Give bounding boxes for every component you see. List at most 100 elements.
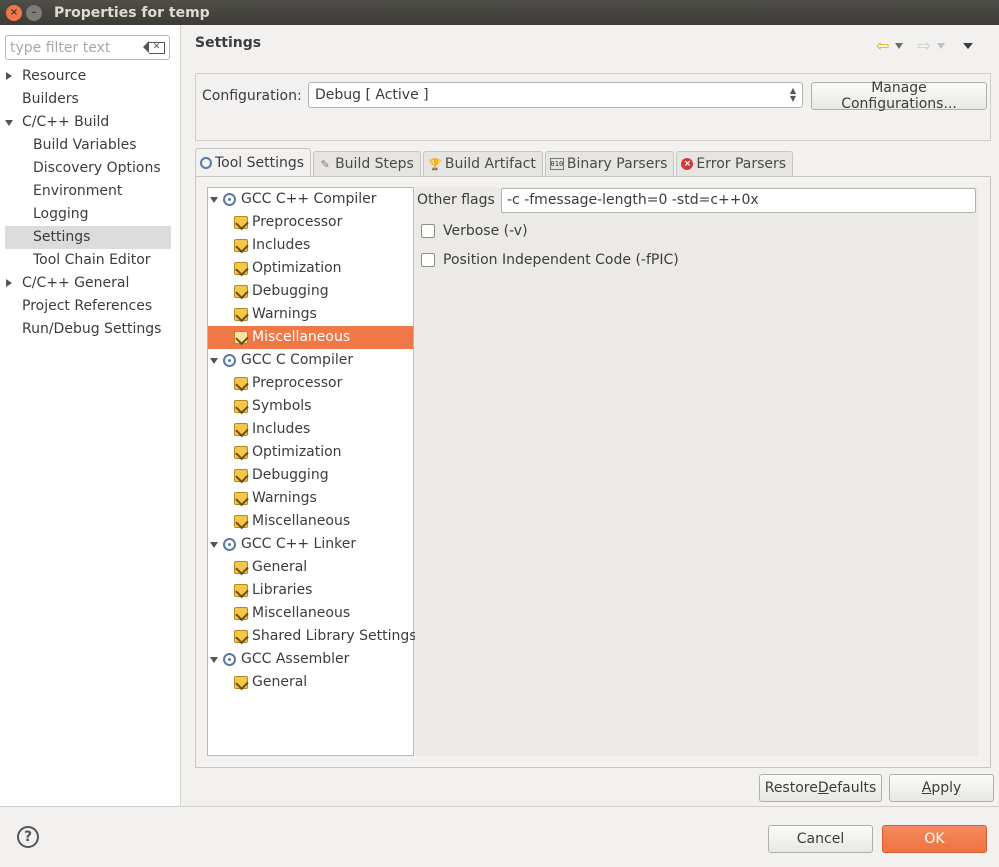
tool-option-label: General [252, 559, 308, 575]
expand-chevron-down-icon[interactable] [210, 358, 218, 364]
apply-button[interactable]: Apply [889, 774, 994, 802]
restore-label-post: efaults [828, 780, 877, 796]
view-menu-icon[interactable] [962, 43, 973, 49]
tool-option-miscellaneous[interactable]: Miscellaneous [208, 510, 413, 533]
restore-defaults-button[interactable]: Restore Defaults [759, 774, 882, 802]
tool-option-warnings[interactable]: Warnings [208, 487, 413, 510]
other-flags-label: Other flags [417, 192, 495, 208]
tool-option-preprocessor[interactable]: Preprocessor [208, 211, 413, 234]
tool-option-miscellaneous[interactable]: Miscellaneous [208, 602, 413, 625]
filter-placeholder: type filter text [10, 39, 111, 56]
fpic-option[interactable]: Position Independent Code (-fPIC) [421, 252, 679, 268]
nav-item-resource[interactable]: Resource [0, 65, 181, 88]
verbose-option[interactable]: Verbose (-v) [421, 223, 528, 239]
nav-item-project-references[interactable]: Project References [0, 295, 181, 318]
tool-option-label: Miscellaneous [252, 513, 351, 529]
tool-option-label: Debugging [252, 467, 329, 483]
nav-item-environment[interactable]: Environment [0, 180, 181, 203]
tool-option-debugging[interactable]: Debugging [208, 464, 413, 487]
nav-item-logging[interactable]: Logging [0, 203, 181, 226]
option-category-icon [234, 216, 248, 229]
tool-option-label: General [252, 674, 308, 690]
left-pane: type filter text ✕ Resource Builders C/C++… [0, 25, 181, 806]
help-icon[interactable]: ? [17, 826, 39, 848]
tool-gcc-assembler[interactable]: GCC Assembler [208, 648, 413, 671]
tab-build-steps[interactable]: ✎ Build Steps [313, 151, 421, 176]
tool-option-includes[interactable]: Includes [208, 234, 413, 257]
tool-option-includes[interactable]: Includes [208, 418, 413, 441]
forward-menu-chevron-icon[interactable] [936, 43, 945, 49]
nav-item-discovery-options[interactable]: Discovery Options [0, 157, 181, 180]
verbose-label: Verbose (-v) [443, 223, 528, 239]
tool-option-shared-library-settings[interactable]: Shared Library Settings [208, 625, 417, 648]
restore-label-pre: Restore [764, 780, 818, 796]
tab-error-parsers[interactable]: × Error Parsers [676, 151, 794, 176]
expand-chevron-down-icon[interactable] [5, 120, 13, 126]
nav-item-label: Environment [33, 183, 123, 199]
expand-chevron-down-icon[interactable] [210, 197, 218, 203]
filter-input[interactable]: type filter text ✕ [5, 35, 170, 60]
expand-chevron-right-icon[interactable] [6, 72, 12, 80]
option-category-icon [234, 561, 248, 574]
close-window-button[interactable]: × [6, 4, 22, 21]
manage-configurations-button[interactable]: Manage Configurations... [811, 80, 987, 112]
other-flags-input[interactable]: -c -fmessage-length=0 -std=c++0x [501, 188, 976, 213]
option-category-icon [234, 630, 248, 643]
nav-item-build-variables[interactable]: Build Variables [0, 134, 181, 157]
back-menu-chevron-icon[interactable] [895, 43, 904, 49]
expand-chevron-right-icon[interactable] [6, 279, 12, 287]
option-category-icon [234, 377, 248, 390]
apply-label-post: pply [931, 780, 962, 796]
configuration-select[interactable]: Debug [ Active ] ▲ ▼ [308, 82, 803, 108]
tool-gcc-cpp-linker[interactable]: GCC C++ Linker [208, 533, 413, 556]
tool-option-warnings[interactable]: Warnings [208, 303, 413, 326]
nav-item-tool-chain-editor[interactable]: Tool Chain Editor [0, 249, 181, 272]
tool-option-symbols[interactable]: Symbols [208, 395, 413, 418]
expand-chevron-down-icon[interactable] [210, 542, 218, 548]
nav-item-settings[interactable]: Settings [5, 226, 171, 249]
tool-option-general[interactable]: General [208, 671, 413, 694]
tool-gcc-cpp-compiler[interactable]: GCC C++ Compiler [208, 188, 413, 211]
ok-button[interactable]: OK [882, 825, 987, 853]
tool-option-label: Optimization [252, 260, 342, 276]
apply-label-accel: A [921, 780, 932, 796]
nav-item-label: Run/Debug Settings [22, 321, 162, 337]
nav-item-label: Resource [22, 68, 87, 84]
expand-chevron-down-icon[interactable] [210, 657, 218, 663]
tool-option-debugging[interactable]: Debugging [208, 280, 413, 303]
nav-item-c-c-general[interactable]: C/C++ General [0, 272, 181, 295]
clear-filter-icon[interactable]: ✕ [143, 41, 165, 54]
fpic-checkbox[interactable] [421, 253, 435, 267]
tool-gcc-c-compiler[interactable]: GCC C Compiler [208, 349, 413, 372]
nav-item-c-c-build[interactable]: C/C++ Build [0, 111, 181, 134]
verbose-checkbox[interactable] [421, 224, 435, 238]
tool-option-miscellaneous[interactable]: Miscellaneous [208, 326, 413, 349]
option-category-icon [234, 584, 248, 597]
tool-option-optimization[interactable]: Optimization [208, 257, 413, 280]
tab-label: Error Parsers [696, 156, 787, 172]
tab-binary-parsers[interactable]: 010 Binary Parsers [544, 151, 675, 176]
tool-option-label: Preprocessor [252, 375, 343, 391]
restore-label-accel: D [817, 780, 829, 796]
arrow-forward-icon[interactable]: ⇨ [917, 38, 930, 54]
option-category-icon [234, 469, 248, 482]
nav-item-builders[interactable]: Builders [0, 88, 181, 111]
nav-item-label: Discovery Options [33, 160, 161, 176]
history-nav: ⇦ ⇨ [876, 38, 973, 54]
nav-item-run-debug-settings[interactable]: Run/Debug Settings [0, 318, 181, 341]
tool-option-label: Miscellaneous [252, 605, 351, 621]
tool-option-general[interactable]: General [208, 556, 413, 579]
cancel-button[interactable]: Cancel [768, 825, 873, 853]
tab-build-artifact[interactable]: 🏆 Build Artifact [422, 151, 543, 176]
minimize-window-button[interactable]: – [26, 4, 42, 21]
tool-option-label: Libraries [252, 582, 313, 598]
tool-label: GCC Assembler [241, 651, 350, 667]
tab-label: Build Artifact [444, 156, 536, 172]
option-category-icon [234, 262, 248, 275]
tool-option-libraries[interactable]: Libraries [208, 579, 413, 602]
tool-option-preprocessor[interactable]: Preprocessor [208, 372, 413, 395]
tab-tool-settings[interactable]: Tool Settings [195, 148, 312, 176]
arrow-back-icon[interactable]: ⇦ [876, 38, 889, 54]
tool-option-optimization[interactable]: Optimization [208, 441, 413, 464]
tool-gear-icon [223, 653, 236, 666]
